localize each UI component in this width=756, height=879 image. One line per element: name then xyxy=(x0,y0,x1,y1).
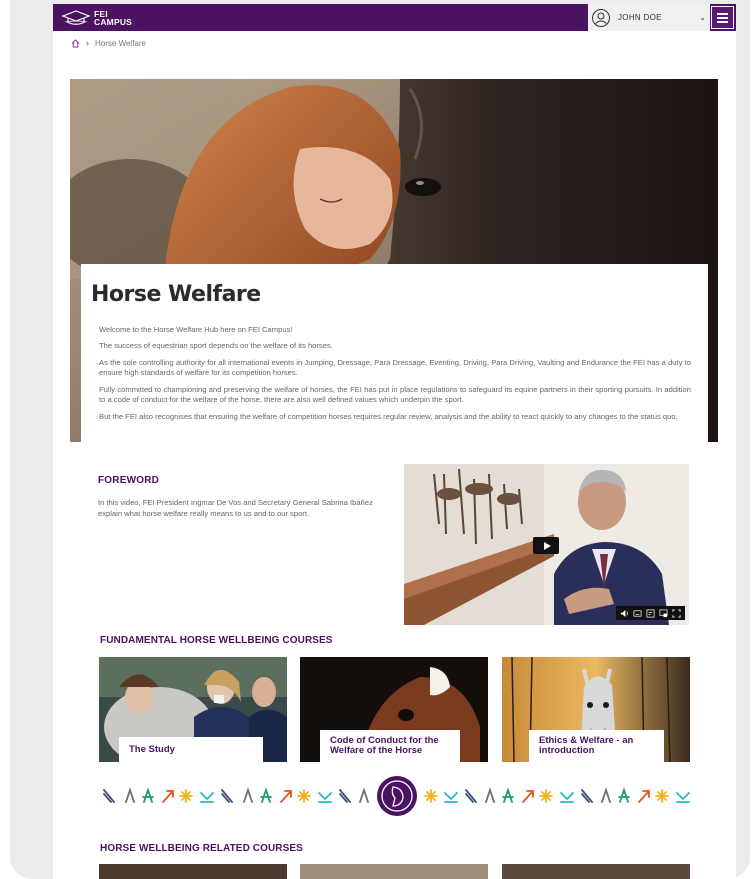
related-course-card[interactable] xyxy=(502,864,690,879)
related-courses-heading: HORSE WELLBEING RELATED COURSES xyxy=(100,843,303,854)
volume-icon[interactable] xyxy=(620,609,629,618)
pattern-graphic xyxy=(103,776,690,816)
related-course-card[interactable] xyxy=(300,864,488,879)
page: FEI CAMPUS JOHN DOE ⌄ › Horse Welfare Ho… xyxy=(53,4,736,879)
page-title: Horse Welfare xyxy=(91,282,261,307)
user-name: JOHN DOE xyxy=(618,13,662,22)
settings-icon[interactable] xyxy=(646,609,655,618)
menu-line xyxy=(717,16,728,19)
menu-line xyxy=(717,12,728,15)
video-controls xyxy=(616,606,685,620)
intro-paragraph: But the FEI also recognises that ensurin… xyxy=(99,411,678,421)
picture-in-picture-icon[interactable] xyxy=(659,609,668,618)
course-card[interactable]: Code of Conduct for the Welfare of the H… xyxy=(300,657,488,762)
fullscreen-icon[interactable] xyxy=(672,608,681,618)
hamburger-menu-button[interactable] xyxy=(711,6,734,29)
menu-line xyxy=(717,20,728,23)
course-title: Code of Conduct for the Welfare of the H… xyxy=(320,730,460,762)
foreword-video-player[interactable] xyxy=(404,464,689,625)
intro-paragraph: Welcome to the Horse Welfare Hub here on… xyxy=(99,325,293,334)
breadcrumb-current: Horse Welfare xyxy=(95,38,146,48)
intro-paragraph: Fully committed to championing and prese… xyxy=(99,384,691,405)
intro-text: Welcome to the Horse Welfare Hub here on… xyxy=(99,325,691,428)
intro-paragraph: As the sole controlling authority for al… xyxy=(99,357,691,378)
user-avatar-icon xyxy=(592,8,610,27)
fei-campus-logo[interactable]: FEI CAMPUS xyxy=(61,9,132,27)
fundamental-courses-heading: FUNDAMENTAL HORSE WELLBEING COURSES xyxy=(100,635,333,646)
play-button[interactable] xyxy=(533,537,559,554)
breadcrumb: › Horse Welfare xyxy=(71,38,146,48)
course-card[interactable]: Ethics & Welfare - an introduction xyxy=(502,657,690,762)
top-navigation-bar: FEI CAMPUS JOHN DOE ⌄ xyxy=(53,4,736,31)
related-course-card[interactable] xyxy=(99,864,287,879)
chevron-right-icon: › xyxy=(86,38,89,48)
home-icon[interactable] xyxy=(71,38,80,48)
course-title: The Study xyxy=(119,737,263,762)
decorative-pattern-banner xyxy=(103,774,691,818)
user-menu[interactable]: JOHN DOE ⌄ xyxy=(588,4,710,31)
foreword-heading: FOREWORD xyxy=(98,475,160,486)
intro-paragraph: The success of equestrian sport depends … xyxy=(99,341,333,351)
foreword-text: In this video, FEI President Ingmar De V… xyxy=(98,498,373,518)
course-title: Ethics & Welfare - an introduction xyxy=(529,730,664,762)
captions-icon[interactable] xyxy=(633,609,642,618)
logo-line-2: CAMPUS xyxy=(94,17,133,27)
chevron-down-icon: ⌄ xyxy=(699,13,706,22)
intro-card: Horse Welfare Welcome to the Horse Welfa… xyxy=(81,264,708,449)
graduation-cap-icon xyxy=(61,10,91,25)
course-card[interactable]: The Study xyxy=(99,657,287,762)
